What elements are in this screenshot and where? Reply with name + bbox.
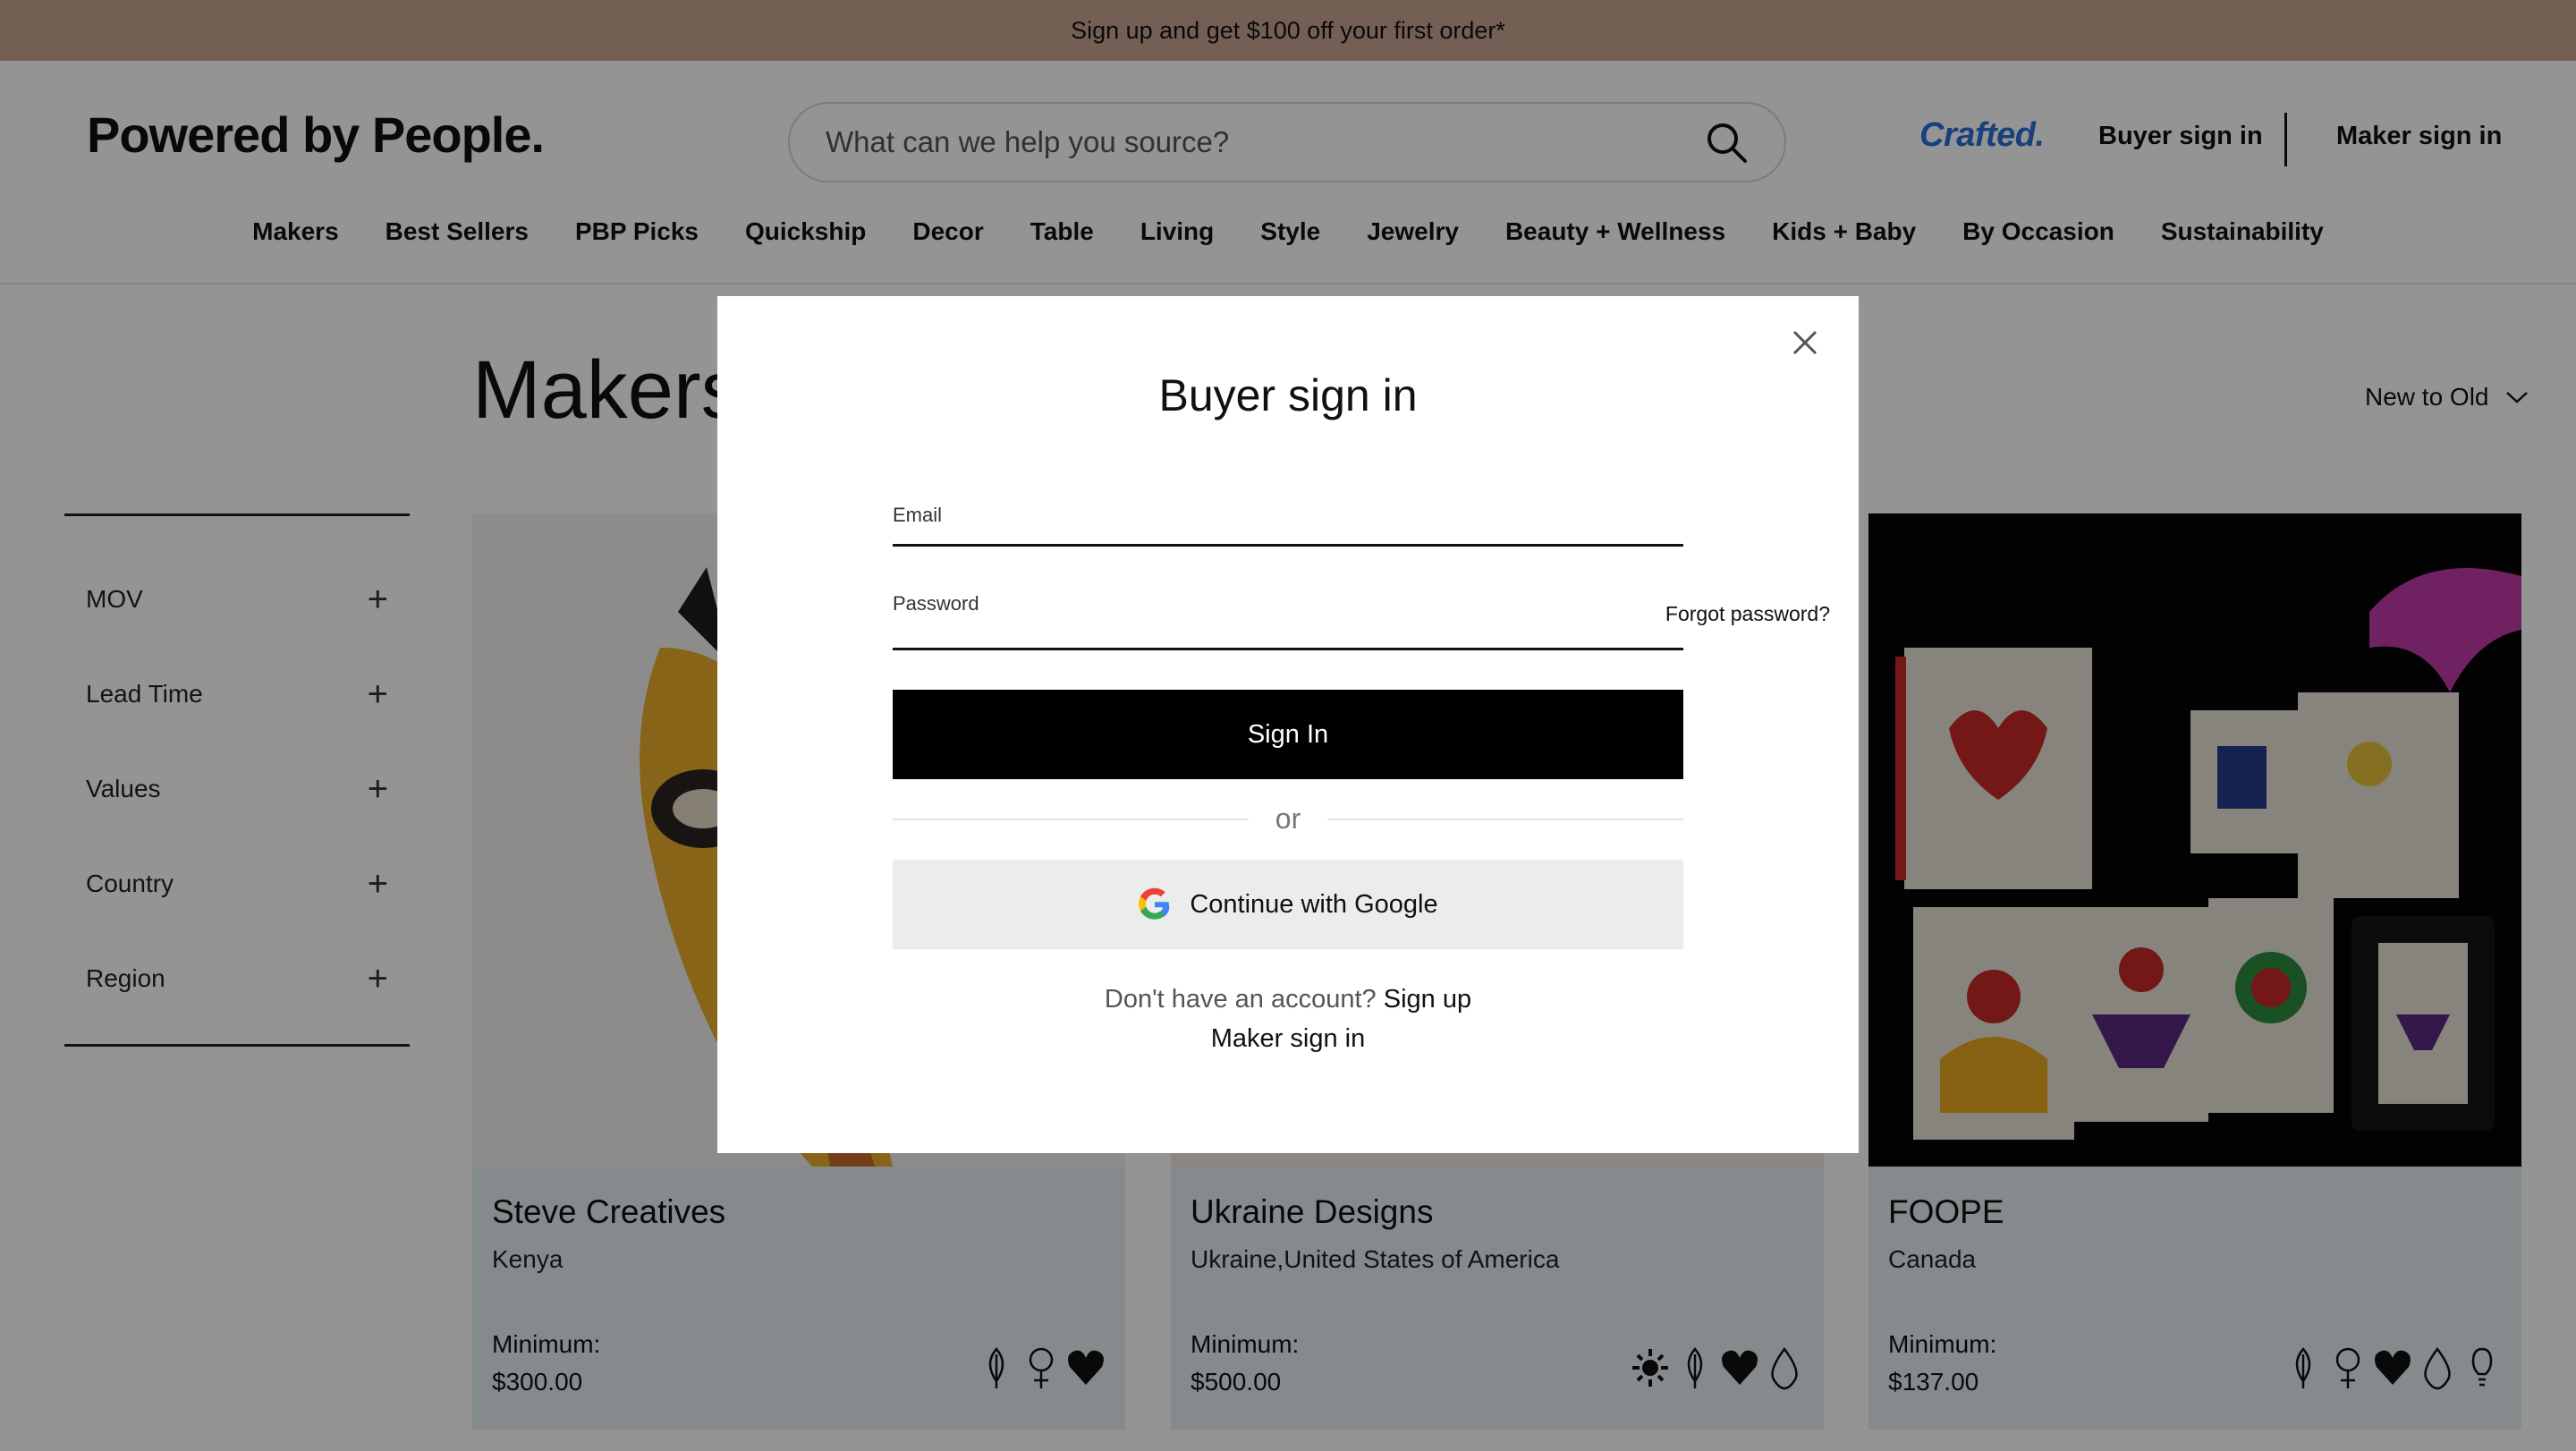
- google-icon: [1139, 887, 1170, 920]
- forgot-password-link[interactable]: Forgot password?: [1665, 602, 1830, 626]
- modal-title: Buyer sign in: [1158, 370, 1418, 420]
- password-field[interactable]: Password: [893, 592, 1683, 650]
- divider-line: [1327, 818, 1684, 820]
- sign-up-link[interactable]: Sign up: [1384, 985, 1471, 1014]
- sign-up-prompt: Don't have an account? Sign up: [717, 985, 1859, 1014]
- continue-with-google-button[interactable]: Continue with Google: [893, 860, 1683, 949]
- password-label: Password: [893, 592, 979, 615]
- sign-in-button[interactable]: Sign In: [893, 690, 1683, 779]
- google-button-label: Continue with Google: [1190, 889, 1438, 919]
- close-icon[interactable]: [1787, 325, 1823, 361]
- maker-sign-in-modal-link[interactable]: Maker sign in: [717, 1024, 1859, 1054]
- divider-line: [893, 818, 1249, 820]
- or-divider: or: [893, 802, 1684, 836]
- or-text: or: [1275, 802, 1301, 835]
- buyer-sign-in-modal: Buyer sign in Email Password Forgot pass…: [717, 296, 1859, 1153]
- no-account-text: Don't have an account?: [1104, 985, 1377, 1014]
- email-field[interactable]: Email: [893, 504, 1683, 547]
- email-label: Email: [893, 504, 943, 526]
